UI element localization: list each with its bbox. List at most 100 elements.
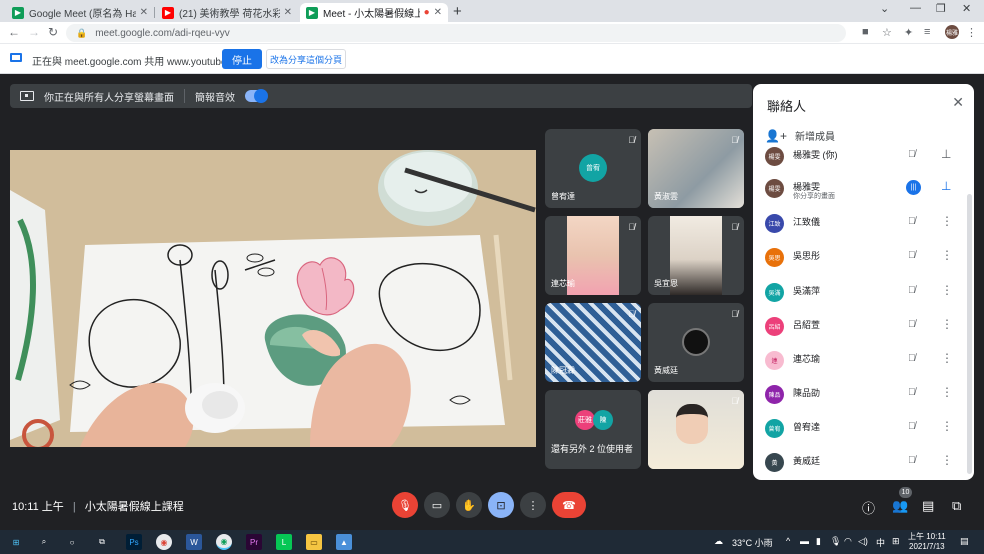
task-view-icon[interactable]: ⧉	[94, 534, 110, 550]
activities-icon[interactable]: ⧉	[952, 498, 961, 514]
photos-icon[interactable]: ▲	[336, 534, 352, 550]
chrome-active-icon[interactable]: ◉	[216, 534, 232, 550]
search-icon[interactable]: ⌕	[36, 534, 52, 550]
participant-tile[interactable]: 🎙̸ 連芯瑜	[545, 216, 641, 295]
leave-call-button[interactable]: ☎	[552, 492, 586, 518]
list-item[interactable]: 呂紹 呂紹萱 🎙̸ ⋮	[753, 314, 967, 344]
mic-off-icon: 🎙̸	[731, 309, 738, 319]
participant-tile[interactable]: 🎙̸ 陳冠霖	[545, 303, 641, 382]
participant-tile[interactable]: 🎙̸ 吳宜恩	[648, 216, 744, 295]
pin-icon[interactable]: ⊥	[941, 147, 951, 161]
more-icon[interactable]: ⋮	[941, 351, 953, 365]
premiere-icon[interactable]: Pr	[246, 534, 262, 550]
more-icon[interactable]: ⋮	[941, 419, 953, 433]
camera-in-use-icon[interactable]: ■	[862, 26, 869, 38]
cortana-icon[interactable]: ○	[64, 534, 80, 550]
back-icon[interactable]: ←	[8, 25, 20, 39]
mic-off-icon: 🎙̸	[731, 135, 738, 145]
restore-icon[interactable]: ❐	[936, 2, 946, 15]
mic-off-icon: 🎙̸	[628, 135, 635, 145]
minimize-icon[interactable]: —	[910, 2, 921, 14]
window-close-icon[interactable]: ✕	[962, 2, 971, 15]
ime-mode-icon[interactable]: ⊞	[892, 536, 900, 547]
url-field[interactable]: 🔒 meet.google.com/adi-rqeu-vyv	[66, 24, 846, 42]
list-item[interactable]: 吳滿 吳滿萍 🎙̸ ⋮	[753, 280, 967, 310]
mic-toggle-button[interactable]: 🎙	[392, 492, 418, 518]
battery-icon[interactable]: ▮	[816, 536, 821, 547]
menu-icon[interactable]: ⋮	[966, 26, 977, 39]
participant-tile[interactable]: 🎙̸ 黃威廷	[648, 303, 744, 382]
hand-icon: ✋	[462, 499, 476, 512]
notifications-icon[interactable]: ▤	[960, 536, 969, 547]
tab-search-icon[interactable]: ⌄	[880, 2, 889, 15]
close-icon[interactable]: ✕	[284, 7, 292, 18]
people-scrollbar[interactable]	[967, 194, 972, 474]
hang-up-icon: ☎	[562, 499, 576, 512]
chat-icon[interactable]: ▤	[922, 498, 934, 514]
new-tab-button[interactable]: +	[453, 3, 462, 20]
list-item[interactable]: 連 連芯瑜 🎙̸ ⋮	[753, 348, 967, 378]
close-icon[interactable]: ✕	[434, 7, 442, 18]
forward-icon[interactable]: →	[28, 25, 40, 39]
list-item[interactable]: 吳思 吳思彤 🎙̸ ⋮	[753, 245, 967, 275]
bookmark-star-icon[interactable]: ☆	[882, 26, 892, 39]
close-icon[interactable]: ✕	[140, 7, 148, 18]
chrome-icon[interactable]: ◉	[156, 534, 172, 550]
wifi-icon[interactable]: ◠	[844, 536, 852, 547]
participant-tile[interactable]: 🎙̸	[648, 390, 744, 469]
mic-off-icon: 🎙̸	[731, 222, 738, 232]
photoshop-icon[interactable]: Ps	[126, 534, 142, 550]
recording-dot-icon: ●	[423, 7, 430, 18]
more-icon[interactable]: ⋮	[941, 283, 953, 297]
avatar: 楊雯	[765, 147, 784, 166]
present-now-button[interactable]: ⊡	[488, 492, 514, 518]
mic-off-icon: 🎙̸	[908, 319, 916, 330]
participant-tile[interactable]: 曾宥 🎙̸ 曾宥達	[545, 129, 641, 208]
stop-sharing-button[interactable]: 停止	[222, 49, 262, 69]
add-person-icon: 👤+	[765, 128, 787, 143]
more-icon[interactable]: ⋮	[941, 214, 953, 228]
avatar: 吳思	[765, 248, 784, 267]
more-participants-tile[interactable]: 莊雅 陳 還有另外 2 位使用者	[545, 390, 641, 469]
media-control-icon[interactable]: ≡	[924, 26, 930, 38]
windows-start-icon[interactable]: ⊞	[8, 534, 24, 550]
more-icon[interactable]: ⋮	[941, 385, 953, 399]
list-item[interactable]: 陳品 陳品劭 🎙̸ ⋮	[753, 382, 967, 412]
participant-tile[interactable]: 🎙̸ 黃淑雲	[648, 129, 744, 208]
more-icon[interactable]: ⋮	[941, 248, 953, 262]
mic-tray-icon[interactable]: 🎙	[830, 536, 841, 547]
list-item[interactable]: 黃 黃威廷 🎙̸ ⋮	[753, 450, 967, 480]
mic-off-icon: 🎙̸	[628, 222, 635, 232]
show-hidden-icons-icon[interactable]: ^	[786, 536, 790, 546]
word-icon[interactable]: W	[186, 534, 202, 550]
reload-icon[interactable]: ↻	[48, 25, 58, 39]
more-icon[interactable]: ⋮	[941, 453, 953, 467]
meeting-details[interactable]: 10:11 上午 | 小太陽暑假線上課程	[12, 498, 184, 514]
network-icon[interactable]: ▬	[800, 536, 809, 546]
pin-off-icon[interactable]: ⊥	[941, 179, 951, 193]
line-icon[interactable]: L	[276, 534, 292, 550]
extensions-icon[interactable]: ✦	[904, 26, 913, 39]
more-icon[interactable]: ⋮	[941, 317, 953, 331]
avatar: 黃	[765, 453, 784, 472]
list-item[interactable]: 曾宥 曾宥達 🎙̸ ⋮	[753, 416, 967, 446]
close-icon[interactable]: ✕	[952, 94, 964, 111]
tab-youtube[interactable]: ▶ (21) 美術教學 荷花水彩 - YouT ✕	[156, 3, 298, 22]
list-item[interactable]: 江致 江致儀 🎙̸ ⋮	[753, 211, 967, 241]
tab-google-meet[interactable]: ▶ Google Meet (原名為 Hangouts ✕	[6, 3, 154, 22]
system-clock[interactable]: 上午 10:11 2021/7/13	[908, 532, 946, 552]
presentation-audio-toggle[interactable]	[245, 89, 268, 103]
list-item[interactable]: 楊雯 楊雅雯 (你) 🎙̸ ⊥	[753, 144, 967, 174]
tab-meet-active[interactable]: ▶ Meet - 小太陽暑假線上課程 ● ✕	[300, 3, 448, 22]
camera-toggle-button[interactable]: ▭	[424, 492, 450, 518]
raise-hand-button[interactable]: ✋	[456, 492, 482, 518]
share-this-tab-button[interactable]: 改為分享這個分頁	[266, 49, 346, 69]
profile-avatar[interactable]: 楊雅	[945, 25, 959, 39]
list-item[interactable]: 楊雯 楊雅雯 你分享的畫面 ||| ⊥	[753, 176, 967, 206]
more-options-button[interactable]: ⋮	[520, 492, 546, 518]
info-icon[interactable]: ⓘ	[862, 498, 875, 517]
file-explorer-icon[interactable]: ▭	[306, 534, 322, 550]
add-people-button[interactable]: 👤+ 新增成員	[765, 128, 835, 144]
volume-icon[interactable]: ◁)	[858, 536, 868, 547]
people-icon[interactable]: 👥	[892, 498, 908, 514]
